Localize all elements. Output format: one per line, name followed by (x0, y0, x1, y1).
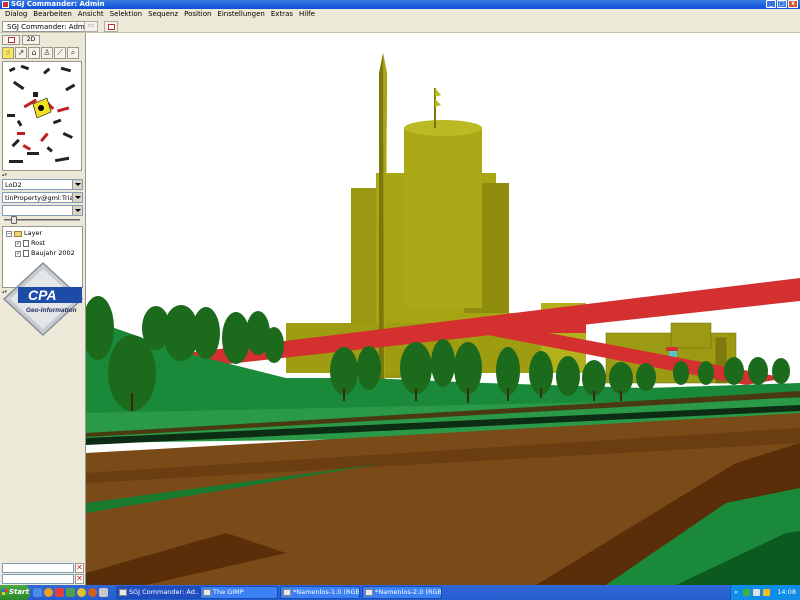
app-task-icon (119, 589, 127, 596)
chevron-down-icon[interactable] (72, 193, 82, 202)
taskbar: Start SGJ Commander: Ad... The GIMP *Nam… (0, 585, 800, 600)
slider-thumb[interactable] (11, 216, 17, 224)
menu-position[interactable]: Position (181, 9, 214, 20)
clear-icon[interactable]: ✕ (75, 574, 84, 584)
start-button[interactable]: Start (0, 585, 30, 600)
menu-sequenz[interactable]: Sequenz (145, 9, 181, 20)
quicklaunch-explorer-icon[interactable] (33, 588, 42, 597)
lod-select-value: LoD2 (5, 181, 22, 189)
menu-einstellungen[interactable]: Einstellungen (214, 9, 267, 20)
transparency-slider[interactable] (4, 216, 80, 224)
view-tabs: 2D (2, 35, 40, 45)
gimp-icon (203, 589, 211, 596)
status-input-1[interactable] (2, 563, 74, 573)
menu-selektion[interactable]: Selektion (107, 9, 145, 20)
quicklaunch-app-icon[interactable] (66, 588, 75, 597)
close-button[interactable]: x (788, 0, 798, 8)
quicklaunch-firefox-icon[interactable] (44, 588, 53, 597)
status-field-2: ✕ (2, 574, 84, 584)
menu-bearbeiten[interactable]: Bearbeiten (30, 9, 74, 20)
quicklaunch-app-icon[interactable] (55, 588, 64, 597)
status-field-1: ✕ (2, 563, 84, 573)
tree-root-label: Layer (24, 229, 43, 237)
logo-subtitle: Geo-Information (26, 307, 77, 314)
task-button-namenlos-1[interactable]: *Namenlos-1.0 (RGB, 1 ... (280, 586, 360, 599)
tool-row: ☝ ↗ ⌂ ♙ ⟋ ⌕ (2, 47, 79, 59)
tree-item[interactable]: ✓ Rost (15, 239, 45, 248)
status-input-2[interactable] (2, 574, 74, 584)
task-button-gimp[interactable]: The GIMP (200, 586, 278, 599)
lod-select[interactable]: LoD2 (2, 179, 83, 190)
menu-dialog[interactable]: Dialog (2, 9, 30, 20)
measure-tool-icon[interactable]: ⟋ (54, 47, 66, 59)
walk-tool-icon[interactable]: ♙ (41, 47, 53, 59)
tray-expand-icon[interactable]: « (734, 585, 738, 600)
overview-map-image (7, 64, 76, 163)
tree-item[interactable]: ✓ Baujahr 2002 (15, 249, 75, 258)
menu-bar: Dialog Bearbeiten Ansicht Selektion Sequ… (0, 9, 800, 20)
tray-network-icon[interactable] (743, 589, 750, 596)
logo-text: CPA (28, 287, 57, 303)
chevron-down-icon[interactable] (72, 206, 82, 215)
image-icon (283, 589, 291, 596)
title-bar[interactable]: SGJ Commander: Admin _ □ x (0, 0, 800, 9)
tab-main-window[interactable]: SGJ Commander: Admin (2, 21, 97, 32)
collapse-toggle-icon[interactable]: − (6, 230, 12, 237)
app-window: SGJ Commander: Admin _ □ x Dialog Bearbe… (0, 0, 800, 600)
back-arrow-icon[interactable]: ⇦ (84, 21, 98, 32)
property-select-value: tinProperty@gml:Tria... (5, 194, 80, 202)
quicklaunch-app-icon[interactable] (88, 588, 97, 597)
task-label: *Namenlos-1.0 (RGB, 1 ... (293, 588, 360, 596)
building-tool-icon[interactable]: ⌂ (28, 47, 40, 59)
windows-logo-icon (2, 589, 8, 595)
menu-extras[interactable]: Extras (268, 9, 296, 20)
task-label: SGJ Commander: Ad... (129, 588, 200, 596)
toolbar: SGJ Commander: Admin ⇦ (0, 20, 800, 33)
clock: 14:08 (777, 588, 796, 596)
task-label: *Namenlos-2.0 (RGB, 1 ... (375, 588, 442, 596)
3d-viewport[interactable] (86, 33, 800, 585)
system-tray: « 14:08 (730, 585, 800, 600)
3d-scene (86, 33, 800, 585)
chevron-down-icon[interactable] (72, 180, 82, 189)
start-label: Start (9, 588, 29, 596)
navigate-tool-icon[interactable]: ☝ (2, 47, 14, 59)
fly-tool-icon[interactable]: ↗ (15, 47, 27, 59)
tree-root-row[interactable]: − Layer (6, 229, 42, 238)
quicklaunch-app-icon[interactable] (99, 588, 108, 597)
folder-icon (14, 230, 22, 237)
app-icon (2, 1, 9, 8)
value-select[interactable] (2, 205, 83, 216)
calendar-icon[interactable] (104, 21, 118, 32)
window-controls: _ □ x (766, 0, 798, 8)
tab-2d[interactable]: 2D (22, 35, 40, 45)
file-icon (23, 240, 29, 247)
file-icon (23, 250, 29, 257)
tray-app-icon[interactable] (763, 589, 770, 596)
minimize-button[interactable]: _ (766, 0, 776, 8)
splitter-handle[interactable]: ▴▾ (2, 173, 82, 178)
checkbox[interactable]: ✓ (15, 250, 21, 257)
task-button-namenlos-2[interactable]: *Namenlos-2.0 (RGB, 1 ... (362, 586, 442, 599)
task-label: The GIMP (213, 588, 244, 596)
window-title: SGJ Commander: Admin (11, 0, 105, 8)
zoom-tool-icon[interactable]: ⌕ (67, 47, 79, 59)
menu-ansicht[interactable]: Ansicht (75, 9, 107, 20)
property-select[interactable]: tinProperty@gml:Tria... (2, 192, 83, 203)
tray-volume-icon[interactable] (753, 589, 760, 596)
tree-item-label: Rost (31, 239, 46, 247)
quicklaunch-app-icon[interactable] (77, 588, 86, 597)
left-panel: 2D ☝ ↗ ⌂ ♙ ⟋ ⌕ ▴▾ LoD2 tinProperty@gml:T… (0, 33, 86, 585)
clear-icon[interactable]: ✕ (75, 563, 84, 573)
maximize-button[interactable]: □ (777, 0, 787, 8)
tree-item-label: Baujahr 2002 (31, 249, 75, 257)
overview-map[interactable] (2, 61, 82, 171)
checkbox[interactable]: ✓ (15, 240, 21, 247)
image-icon (365, 589, 373, 596)
task-button-sgj[interactable]: SGJ Commander: Ad... (116, 586, 200, 599)
menu-hilfe[interactable]: Hilfe (296, 9, 318, 20)
cpa-logo: CPA Geo-Information (2, 261, 84, 337)
tab-calendar-icon[interactable] (2, 35, 20, 45)
